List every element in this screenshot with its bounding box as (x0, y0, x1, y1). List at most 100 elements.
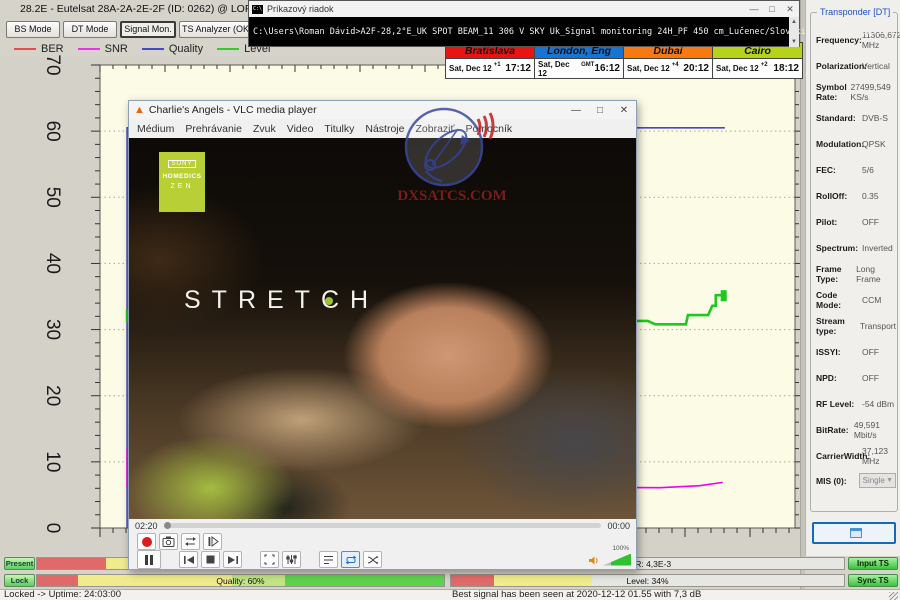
scroll-up-icon[interactable]: ▲ (789, 17, 799, 27)
transponder-field-8: Spectrum:Inverted (816, 235, 896, 261)
legend-snr: SNR (78, 43, 128, 55)
svg-text:50: 50 (42, 187, 63, 208)
snapshot-button[interactable] (159, 533, 178, 550)
field-label: Stream type: (816, 316, 860, 336)
transponder-groupbox: Transponder [DT] Frequency:11306,672 MHz… (810, 12, 898, 512)
caption-dot (325, 297, 333, 305)
console-titlebar[interactable]: C:\ Príkazový riadok — □ ✕ (249, 1, 799, 17)
quality-bar-text: Quality: 60% (37, 575, 444, 587)
volume-percent: 100% (612, 545, 629, 552)
field-value: 5/6 (862, 165, 874, 175)
ab-loop-button[interactable] (181, 533, 200, 550)
loop-button[interactable] (341, 551, 360, 568)
volume-slider[interactable] (603, 554, 631, 566)
present-indicator[interactable]: Present (4, 557, 35, 570)
vlc-titlebar[interactable]: ▲ Charlie's Angels - VLC media player — … (129, 101, 636, 119)
console-scrollbar[interactable]: ▲ ▼ (789, 17, 799, 47)
command-prompt-window: C:\ Príkazový riadok — □ ✕ C:\Users\Roma… (248, 0, 800, 47)
present-bar-red (37, 558, 106, 569)
field-value: 49,591 Mbit/s (854, 420, 896, 440)
frame-by-frame-button[interactable] (203, 533, 222, 550)
console-close-button[interactable]: ✕ (781, 4, 799, 15)
volume-control[interactable]: 100% (588, 554, 631, 566)
speaker-icon (588, 555, 600, 566)
vlc-window: ▲ Charlie's Angels - VLC media player — … (128, 100, 637, 570)
next-button[interactable] (223, 551, 242, 568)
statusbar: Locked -> Uptime: 24:03:00 Best signal h… (0, 589, 900, 600)
extended-settings-button[interactable] (282, 551, 301, 568)
signal-mon-button[interactable]: Signal Mon. (120, 21, 176, 38)
menu-audio[interactable]: Zvuk (253, 123, 276, 135)
quality-bar: Quality: 60% (36, 574, 445, 587)
field-label: Spectrum: (816, 243, 862, 253)
transponder-title: Transponder [DT] (817, 7, 893, 17)
field-value: -54 dBm (862, 399, 894, 409)
console-title: Príkazový riadok (267, 4, 745, 14)
vlc-video-area[interactable]: SONY HOMEDICS ZEN STRETCH (129, 138, 636, 519)
field-label: Pilot: (816, 217, 862, 227)
console-minimize-button[interactable]: — (745, 4, 763, 14)
vlc-close-button[interactable]: ✕ (612, 105, 636, 116)
previous-button[interactable] (179, 551, 198, 568)
pause-button[interactable] (137, 550, 161, 569)
transponder-field-6: RollOff:0.35 (816, 183, 896, 209)
seek-handle[interactable] (164, 522, 171, 529)
status-uptime: Locked -> Uptime: 24:03:00 (4, 589, 121, 600)
svg-text:30: 30 (42, 319, 63, 340)
transponder-field-3: Standard:DVB-S (816, 105, 896, 131)
world-clocks: Bratislava Sat, Dec 12+117:12 London, En… (445, 42, 803, 79)
transponder-field-2: Symbol Rate:27499,549 KS/s (816, 79, 896, 105)
input-ts-button[interactable]: Input TS (848, 557, 898, 570)
seek-slider[interactable] (164, 523, 602, 528)
field-label: CarrierWidth: (816, 451, 862, 461)
transponder-field-16: CarrierWidth:37,123 MHz (816, 443, 896, 469)
sync-ts-button[interactable]: Sync TS (848, 574, 898, 587)
vlc-maximize-button[interactable]: □ (588, 105, 612, 116)
bs-mode-button[interactable]: BS Mode (6, 21, 60, 38)
mis-select[interactable]: Single▼ (859, 473, 896, 488)
stop-button[interactable] (201, 551, 220, 568)
scroll-down-icon[interactable]: ▼ (789, 37, 799, 47)
clock-date: Sat, Dec 12 (716, 64, 759, 73)
clock-date: Sat, Dec 12 (538, 60, 579, 78)
shuffle-button[interactable] (363, 551, 382, 568)
transponder-field-7: Pilot:OFF (816, 209, 896, 235)
quality-line-swatch (142, 48, 164, 50)
transponder-field-9: Frame Type:Long Frame (816, 261, 896, 287)
status-best-signal: Best signal has been seen at 2020-12-12 … (452, 589, 701, 600)
console-maximize-button[interactable]: □ (763, 4, 781, 14)
clock-time: 20:12 (683, 63, 709, 74)
playlist-button[interactable] (319, 551, 338, 568)
fullscreen-button[interactable] (260, 551, 279, 568)
video-caption: STRETCH (184, 286, 379, 315)
mis-label: MIS (0): (816, 476, 859, 486)
field-value: OFF (862, 347, 879, 357)
field-label: Polarization: (816, 61, 862, 71)
transponder-field-14: RF Level:-54 dBm (816, 391, 896, 417)
menu-playback[interactable]: Prehrávanie (185, 123, 242, 135)
ts-tool-button[interactable] (812, 522, 896, 544)
resize-grip[interactable] (889, 592, 898, 600)
field-label: RF Level: (816, 399, 862, 409)
field-label: ISSYI: (816, 347, 862, 357)
legend-snr-label: SNR (105, 43, 128, 55)
clock-bratislava: Bratislava Sat, Dec 12+117:12 (446, 43, 535, 78)
menu-subtitles[interactable]: Titulky (324, 123, 354, 135)
record-button[interactable] (137, 533, 156, 550)
ts-analyzer-button[interactable]: TS Analyzer (OK) (179, 21, 255, 38)
level-bar: Level: 34% (450, 574, 845, 587)
transponder-field-15: BitRate:49,591 Mbit/s (816, 417, 896, 443)
field-value: OFF (862, 217, 879, 227)
clock-date: Sat, Dec 12 (627, 64, 670, 73)
remaining-time: 00:00 (607, 521, 630, 531)
field-label: BitRate: (816, 425, 854, 435)
field-value: 37,123 MHz (862, 446, 896, 466)
vlc-minimize-button[interactable]: — (564, 105, 588, 116)
menu-medium[interactable]: Médium (137, 123, 174, 135)
lock-indicator[interactable]: Lock (4, 574, 35, 587)
svg-text:70: 70 (42, 54, 63, 75)
menu-video[interactable]: Video (287, 123, 314, 135)
logo-zen: ZEN (159, 183, 205, 190)
transponder-field-12: ISSYI:OFF (816, 339, 896, 365)
dt-mode-button[interactable]: DT Mode (63, 21, 117, 38)
